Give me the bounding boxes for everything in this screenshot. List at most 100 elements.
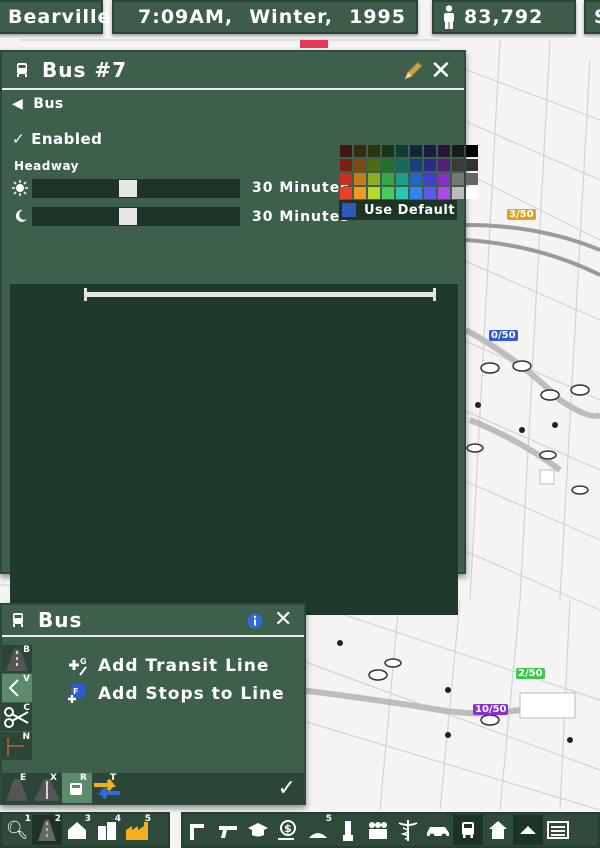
enabled-toggle[interactable]: ✓ Enabled: [12, 130, 102, 148]
night-headway-slider-thumb[interactable]: [119, 208, 138, 225]
day-headway-slider[interactable]: [32, 179, 240, 198]
commercial-category-button[interactable]: 4: [92, 814, 122, 845]
day-headway-slider-thumb[interactable]: [119, 180, 138, 197]
close-tool-panel-button[interactable]: ✕: [274, 609, 292, 631]
color-swatch[interactable]: [340, 145, 352, 157]
residential-category-button[interactable]: 3: [62, 814, 92, 845]
budget-box[interactable]: S: [584, 0, 600, 34]
line-panel-title-bar[interactable]: Bus #7: [2, 52, 464, 90]
hotkey-3: 3: [84, 814, 91, 824]
color-swatch[interactable]: [354, 159, 366, 171]
color-swatch[interactable]: [410, 145, 422, 157]
parks-button[interactable]: 5: [303, 814, 333, 845]
color-swatch[interactable]: [410, 159, 422, 171]
color-swatch[interactable]: [438, 173, 450, 185]
color-swatch[interactable]: [382, 159, 394, 171]
color-swatch[interactable]: [424, 187, 436, 199]
color-swatch[interactable]: [466, 173, 478, 185]
color-swatch[interactable]: [466, 159, 478, 171]
color-swatch[interactable]: [382, 145, 394, 157]
vehicles-button[interactable]: [423, 815, 453, 845]
color-swatch[interactable]: [438, 145, 450, 157]
graph-range-bar[interactable]: [84, 288, 436, 301]
color-swatch[interactable]: [396, 159, 408, 171]
car-icon: [427, 827, 449, 839]
finance-button[interactable]: $: [273, 815, 303, 845]
color-swatch[interactable]: [368, 187, 380, 199]
date-time-box[interactable]: 7:09AM, Winter, 1995: [112, 0, 418, 34]
color-swatch[interactable]: [438, 159, 450, 171]
route-tool-button[interactable]: V: [2, 674, 32, 702]
hotkey-r: R: [80, 773, 87, 783]
color-swatch[interactable]: [424, 173, 436, 185]
landmarks-button[interactable]: [333, 815, 363, 845]
color-swatch[interactable]: [466, 187, 478, 199]
industrial-category-button[interactable]: 5: [122, 814, 152, 845]
transit-mode-button[interactable]: R: [62, 773, 92, 803]
close-line-panel-button[interactable]: ✕: [430, 58, 452, 84]
education-button[interactable]: [243, 815, 273, 845]
pipes-button[interactable]: [183, 815, 213, 845]
color-swatch[interactable]: [396, 187, 408, 199]
year-text: 1995: [349, 6, 406, 28]
road-mode-button[interactable]: E: [2, 773, 32, 803]
season-text: Winter,: [249, 6, 333, 28]
color-swatch[interactable]: [452, 173, 464, 185]
enabled-label: Enabled: [31, 130, 103, 148]
tool-bottom-strip: E X R T ✓: [2, 773, 304, 803]
color-swatch[interactable]: [354, 187, 366, 199]
add-transit-line-label: Add Transit Line: [98, 656, 270, 676]
query-tool-button[interactable]: 🔍︎ 1: [2, 814, 32, 845]
add-transit-line-button[interactable]: G Add Transit Line: [66, 655, 269, 677]
police-button[interactable]: [213, 815, 243, 845]
confirm-check-icon[interactable]: ✓: [278, 776, 296, 801]
transit-type-selector[interactable]: ◀ Bus: [12, 96, 64, 112]
color-swatch[interactable]: [424, 159, 436, 171]
transit-button[interactable]: [453, 815, 483, 845]
time-text: 7:09AM,: [138, 6, 234, 28]
transfer-mode-button[interactable]: T: [92, 773, 122, 803]
color-swatch[interactable]: [410, 173, 422, 185]
color-swatch[interactable]: [368, 145, 380, 157]
highway-mode-button[interactable]: X: [32, 773, 62, 803]
color-swatch[interactable]: [452, 187, 464, 199]
road-tool-button[interactable]: B: [2, 645, 32, 673]
color-swatch[interactable]: [424, 145, 436, 157]
color-swatch[interactable]: [354, 145, 366, 157]
color-swatch[interactable]: [368, 173, 380, 185]
use-default-color-button[interactable]: Use Default: [339, 200, 457, 220]
color-swatch[interactable]: [396, 173, 408, 185]
home-view-button[interactable]: [483, 815, 513, 845]
color-swatch[interactable]: [382, 187, 394, 199]
roof-icon: [520, 826, 536, 834]
population-box[interactable]: 83,792: [432, 0, 576, 34]
color-swatch[interactable]: [382, 173, 394, 185]
newspaper-button[interactable]: [543, 815, 573, 845]
hotkey-n: N: [22, 732, 30, 742]
color-swatch[interactable]: [452, 159, 464, 171]
add-stops-button[interactable]: F Add Stops to Line: [66, 683, 285, 705]
node-tool-button[interactable]: N: [2, 732, 32, 760]
color-swatch[interactable]: [438, 187, 450, 199]
color-swatch[interactable]: [452, 145, 464, 157]
zone-view-button[interactable]: [513, 815, 543, 845]
color-swatch[interactable]: [340, 159, 352, 171]
rename-pencil-icon[interactable]: [402, 60, 424, 82]
info-icon[interactable]: [247, 613, 263, 629]
color-swatch[interactable]: [354, 173, 366, 185]
city-name-box[interactable]: Bearville: [0, 0, 110, 34]
community-button[interactable]: [363, 815, 393, 845]
night-headway-slider[interactable]: [32, 207, 240, 226]
color-swatch[interactable]: [340, 173, 352, 185]
cut-tool-button[interactable]: C: [2, 703, 32, 731]
day-headway-value: 30 Minutes: [252, 180, 350, 196]
color-swatch[interactable]: [466, 145, 478, 157]
night-headway-value: 30 Minutes: [252, 209, 350, 225]
money-hand-icon: $: [278, 820, 296, 840]
roads-category-button[interactable]: 2: [32, 814, 62, 845]
color-swatch[interactable]: [410, 187, 422, 199]
color-swatch[interactable]: [368, 159, 380, 171]
color-swatch[interactable]: [340, 187, 352, 199]
color-swatch[interactable]: [396, 145, 408, 157]
health-button[interactable]: [393, 815, 423, 845]
